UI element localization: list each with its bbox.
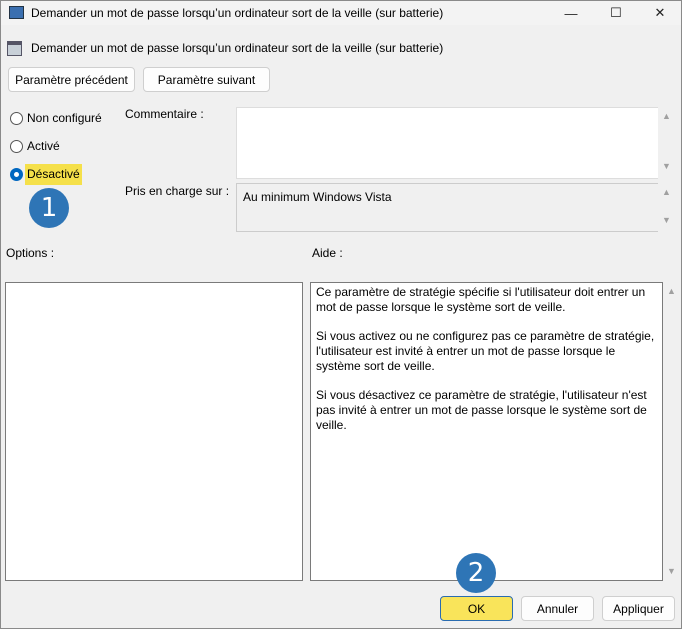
help-scrollbar[interactable]: ▲ ▼ — [663, 282, 680, 581]
help-paragraph: Si vous désactivez ce paramètre de strat… — [316, 388, 647, 432]
policy-heading: Demander un mot de passe lorsqu’un ordin… — [31, 41, 444, 55]
comment-scrollbar[interactable]: ▲ ▼ — [658, 107, 675, 179]
comment-label: Commentaire : — [125, 107, 204, 121]
scroll-up-icon[interactable]: ▲ — [658, 111, 675, 121]
step-2-badge: 2 — [456, 553, 496, 593]
help-label: Aide : — [312, 246, 343, 260]
help-paragraph: Ce paramètre de stratégie spécifie si l'… — [316, 285, 646, 314]
policy-icon — [7, 41, 22, 56]
comment-textarea[interactable] — [236, 107, 659, 179]
previous-setting-button[interactable]: Paramètre précédent — [8, 67, 135, 92]
next-setting-button[interactable]: Paramètre suivant — [143, 67, 270, 92]
help-panel: Ce paramètre de stratégie spécifie si l'… — [310, 282, 663, 581]
options-panel — [5, 282, 303, 581]
close-button[interactable]: ✕ — [638, 1, 682, 25]
apply-button[interactable]: Appliquer — [602, 596, 675, 621]
title-bar: Demander un mot de passe lorsqu’un ordin… — [1, 1, 681, 25]
ok-button[interactable]: OK — [440, 596, 513, 621]
help-paragraph: Si vous activez ou ne configurez pas ce … — [316, 329, 655, 373]
window-title: Demander un mot de passe lorsqu’un ordin… — [31, 6, 444, 20]
policy-dialog: Demander un mot de passe lorsqu’un ordin… — [0, 0, 682, 629]
options-label: Options : — [6, 246, 55, 260]
scroll-up-icon[interactable]: ▲ — [663, 286, 680, 296]
minimize-button[interactable]: — — [549, 1, 593, 25]
radio-disabled[interactable] — [10, 168, 23, 181]
supported-on-label: Pris en charge sur : — [125, 184, 230, 198]
radio-not-configured[interactable] — [10, 112, 23, 125]
app-icon — [9, 6, 24, 19]
maximize-button[interactable]: ☐ — [594, 1, 638, 25]
cancel-button[interactable]: Annuler — [521, 596, 594, 621]
radio-not-configured-label[interactable]: Non configuré — [27, 111, 102, 125]
scroll-up-icon[interactable]: ▲ — [658, 187, 675, 197]
supported-on-value: Au minimum Windows Vista — [236, 183, 659, 232]
radio-disabled-label[interactable]: Désactivé — [25, 164, 82, 185]
radio-enabled[interactable] — [10, 140, 23, 153]
radio-enabled-label[interactable]: Activé — [27, 139, 60, 153]
step-1-badge: 1 — [29, 188, 69, 228]
scroll-down-icon[interactable]: ▼ — [663, 566, 680, 576]
scroll-down-icon[interactable]: ▼ — [658, 215, 675, 225]
supported-scrollbar[interactable]: ▲ ▼ — [658, 183, 675, 232]
scroll-down-icon[interactable]: ▼ — [658, 161, 675, 171]
